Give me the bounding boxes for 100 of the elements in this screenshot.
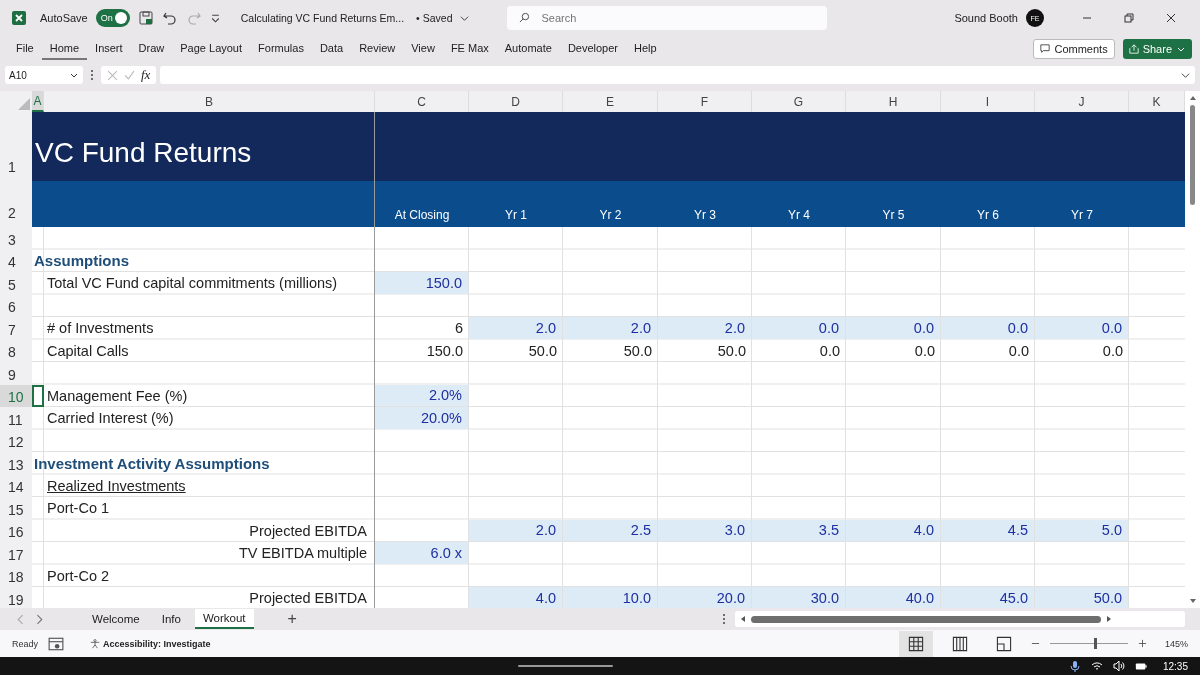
- ribbon-tab[interactable]: Help: [626, 38, 665, 60]
- row-header[interactable]: 8: [0, 339, 32, 362]
- row-label: Total VC Fund capital commitments (millions): [46, 275, 338, 292]
- scroll-down-icon[interactable]: [1188, 597, 1197, 605]
- microphone-icon[interactable]: [1068, 660, 1081, 672]
- ribbon-tab[interactable]: Insert: [87, 38, 131, 60]
- comments-button[interactable]: Comments: [1033, 39, 1115, 59]
- row-header[interactable]: 16: [0, 519, 32, 542]
- sheet-tab[interactable]: Info: [153, 610, 189, 628]
- ribbon-tab[interactable]: Developer: [559, 38, 626, 60]
- ribbon-tab[interactable]: Automate: [496, 38, 560, 60]
- ribbon-tab[interactable]: Review: [351, 38, 404, 60]
- volume-icon[interactable]: [1112, 660, 1125, 672]
- ribbon-tab[interactable]: Page Layout: [172, 38, 251, 60]
- row-header[interactable]: 11: [0, 407, 32, 430]
- column-header[interactable]: A: [32, 91, 44, 112]
- sheet-tab[interactable]: Welcome: [84, 610, 148, 628]
- expand-caret-icon[interactable]: [1181, 70, 1190, 80]
- battery-icon[interactable]: [1134, 660, 1147, 672]
- row-header[interactable]: 4: [0, 249, 32, 272]
- status-text: Ready: [12, 638, 38, 649]
- normal-view-icon[interactable]: [898, 630, 933, 657]
- row-header[interactable]: 3: [0, 227, 32, 250]
- row-header[interactable]: 17: [0, 542, 32, 565]
- undo-icon[interactable]: [161, 10, 178, 26]
- ribbon-tab[interactable]: Data: [311, 38, 352, 60]
- wifi-icon[interactable]: [1090, 660, 1103, 672]
- row-label: Realized Investments: [46, 477, 186, 494]
- row-header[interactable]: 10: [0, 384, 32, 407]
- row-header[interactable]: 18: [0, 564, 32, 587]
- cell: 20.0: [658, 587, 751, 608]
- ribbon-tab[interactable]: Home: [41, 38, 88, 60]
- row-header[interactable]: 15: [0, 497, 32, 520]
- sheet-tab[interactable]: Workout: [194, 609, 254, 629]
- user-name[interactable]: Sound Booth: [954, 12, 1018, 24]
- row-header[interactable]: 12: [0, 429, 32, 452]
- autosave-toggle[interactable]: On: [95, 9, 130, 27]
- row-header[interactable]: 9: [0, 362, 32, 385]
- scrollbar-thumb[interactable]: [751, 615, 1101, 623]
- formula-input[interactable]: [160, 66, 1195, 84]
- search-icon: [519, 12, 531, 23]
- share-button[interactable]: Share: [1122, 39, 1192, 59]
- cell: 40.0: [846, 587, 940, 608]
- name-box[interactable]: A10: [5, 66, 83, 84]
- horizontal-scrollbar[interactable]: [735, 611, 1185, 627]
- close-icon[interactable]: [1166, 13, 1176, 23]
- cell: 3.0: [658, 519, 751, 541]
- row-label: Capital Calls: [46, 342, 129, 359]
- column-heading: Yr 2: [598, 207, 623, 224]
- column-heading: Yr 6: [976, 207, 1000, 224]
- check-icon[interactable]: [124, 69, 135, 81]
- cell: 2.5: [563, 519, 657, 541]
- cell-text: 6: [453, 319, 464, 339]
- cell: 3.5: [752, 519, 845, 541]
- cell: 2.0: [563, 317, 657, 339]
- column-heading: Yr 4: [787, 207, 811, 224]
- customize-caret-icon[interactable]: [209, 12, 221, 24]
- cell: 0.0: [752, 317, 845, 339]
- row-header[interactable]: 13: [0, 452, 32, 475]
- row-header[interactable]: 14: [0, 474, 32, 497]
- splitter-handle-icon[interactable]: [722, 613, 726, 625]
- cell: 45.0: [941, 587, 1034, 608]
- row-header[interactable]: 1: [0, 112, 32, 181]
- search-field[interactable]: Search: [507, 6, 828, 30]
- save-icon[interactable]: [137, 10, 154, 26]
- zoom-in-icon[interactable]: [1137, 639, 1147, 648]
- restore-icon[interactable]: [1124, 13, 1134, 23]
- ribbon-tab[interactable]: Draw: [130, 38, 173, 60]
- row-header[interactable]: 7: [0, 317, 32, 340]
- zoom-level[interactable]: 145%: [1164, 638, 1188, 649]
- row-label: Port-Co 1: [46, 500, 110, 517]
- ribbon-tab[interactable]: Formulas: [250, 38, 312, 60]
- ribbon-tab[interactable]: FE Max: [442, 38, 497, 60]
- cell-text: 0.0: [1007, 341, 1030, 361]
- scroll-right-icon[interactable]: [1105, 615, 1113, 623]
- insert-function-button[interactable]: fx: [141, 67, 151, 83]
- vertical-scrollbar-thumb[interactable]: [1190, 105, 1195, 205]
- row-label: # of Investments: [46, 320, 154, 337]
- ribbon-tab[interactable]: File: [8, 38, 42, 60]
- macro-recording-icon[interactable]: [48, 635, 64, 652]
- row-header[interactable]: 2: [0, 181, 32, 227]
- more-options-icon[interactable]: [90, 69, 94, 81]
- row-header[interactable]: 19: [0, 587, 32, 608]
- accessibility-button[interactable]: Accessibility: Investigate: [90, 638, 211, 649]
- cell: 0.0: [846, 317, 940, 339]
- cell: 2.0: [658, 317, 751, 339]
- document-title[interactable]: Calculating VC Fund Returns Em...: [240, 12, 405, 24]
- clock-time[interactable]: 12:35: [1162, 660, 1188, 672]
- scroll-left-icon[interactable]: [739, 615, 747, 623]
- add-sheet-button[interactable]: +: [287, 610, 297, 628]
- ribbon-tab[interactable]: View: [403, 38, 443, 60]
- row-header[interactable]: 5: [0, 272, 32, 295]
- cell: 6.0 x: [375, 542, 468, 564]
- row-label: TV EBITDA multiple: [238, 545, 368, 562]
- save-status[interactable]: • Saved: [416, 12, 453, 24]
- scroll-up-icon[interactable]: [1188, 94, 1197, 102]
- cell: 10.0: [563, 587, 657, 608]
- row-header[interactable]: 6: [0, 294, 32, 317]
- autosave-label: AutoSave: [40, 12, 88, 24]
- comment-icon: [1040, 44, 1051, 54]
